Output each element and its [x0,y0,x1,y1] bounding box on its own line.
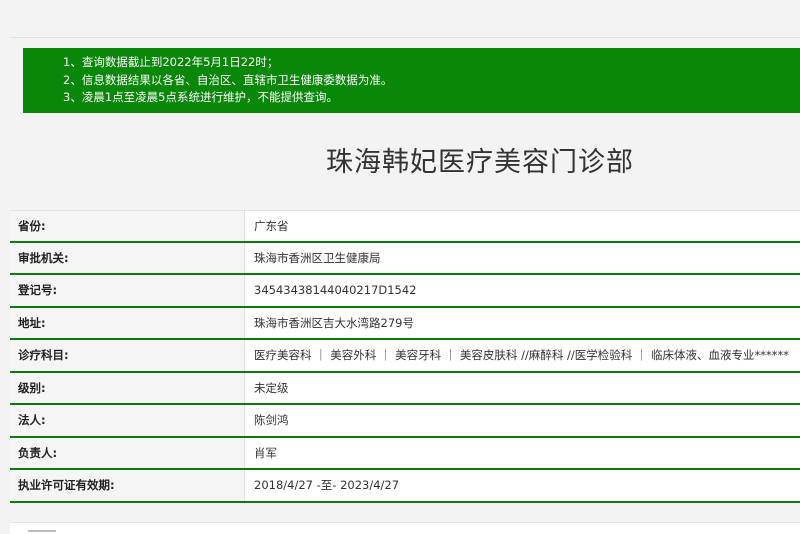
row-label: 审批机关: [10,242,245,273]
info-table: 省份: 广东省 审批机关: 珠海市香洲区卫生健康局 登记号: 345434381… [10,210,800,503]
row-license-validity: 执业许可证有效期: 2018/4/27 -至- 2023/4/27 [10,470,800,503]
row-label: 登记号: [10,275,245,306]
row-value: 珠海市香洲区卫生健康局 [245,242,800,273]
row-value: 34543438144040217D1542 [245,275,800,306]
row-value: 陈剑鸿 [245,405,800,436]
row-approval-authority: 审批机关: 珠海市香洲区卫生健康局 [10,242,800,275]
row-registration-number: 登记号: 34543438144040217D1542 [10,275,800,308]
row-label: 级别: [10,372,245,403]
row-departments: 诊疗科目: 医疗美容科 ｜ 美容外科 ｜ 美容牙科 ｜ 美容皮肤科 //麻醉科 … [10,340,800,373]
notice-line-1: 1、查询数据截止到2022年5月1日22时； [63,55,279,69]
row-label: 负责人: [10,437,245,468]
row-label: 法人: [10,405,245,436]
row-value: 医疗美容科 ｜ 美容外科 ｜ 美容牙科 ｜ 美容皮肤科 //麻醉科 //医学检验… [245,340,800,371]
row-value: 未定级 [245,372,800,403]
page: 1、查询数据截止到2022年5月1日22时； 2、信息数据结果以各省、自治区、直… [0,0,800,534]
row-label: 执业许可证有效期: [10,470,245,501]
row-person-in-charge: 负责人: 肖军 [10,437,800,470]
row-province: 省份: 广东省 [10,210,800,243]
notice-line-2: 2、信息数据结果以各省、自治区、直辖市卫生健康委数据为准。 [63,72,393,87]
top-divider [10,37,800,38]
bottom-strip [10,522,800,534]
row-value: 珠海市香洲区吉大水湾路279号 [245,307,800,338]
row-label: 诊疗科目: [10,340,245,371]
row-legal-person: 法人: 陈剑鸿 [10,405,800,438]
row-label: 地址: [10,307,245,338]
bottom-divider [28,530,56,532]
page-title: 珠海韩妃医疗美容门诊部 [326,147,634,178]
row-address: 地址: 珠海市香洲区吉大水湾路279号 [10,307,800,340]
row-label: 省份: [10,211,245,241]
row-level: 级别: 未定级 [10,372,800,405]
notice-line-3: 3、凌晨1点至凌晨5点系统进行维护，不能提供查询。 [63,90,338,104]
row-value: 肖军 [245,437,800,468]
row-value: 广东省 [245,211,800,241]
notice-banner: 1、查询数据截止到2022年5月1日22时； 2、信息数据结果以各省、自治区、直… [23,48,800,113]
row-value: 2018/4/27 -至- 2023/4/27 [245,470,800,501]
